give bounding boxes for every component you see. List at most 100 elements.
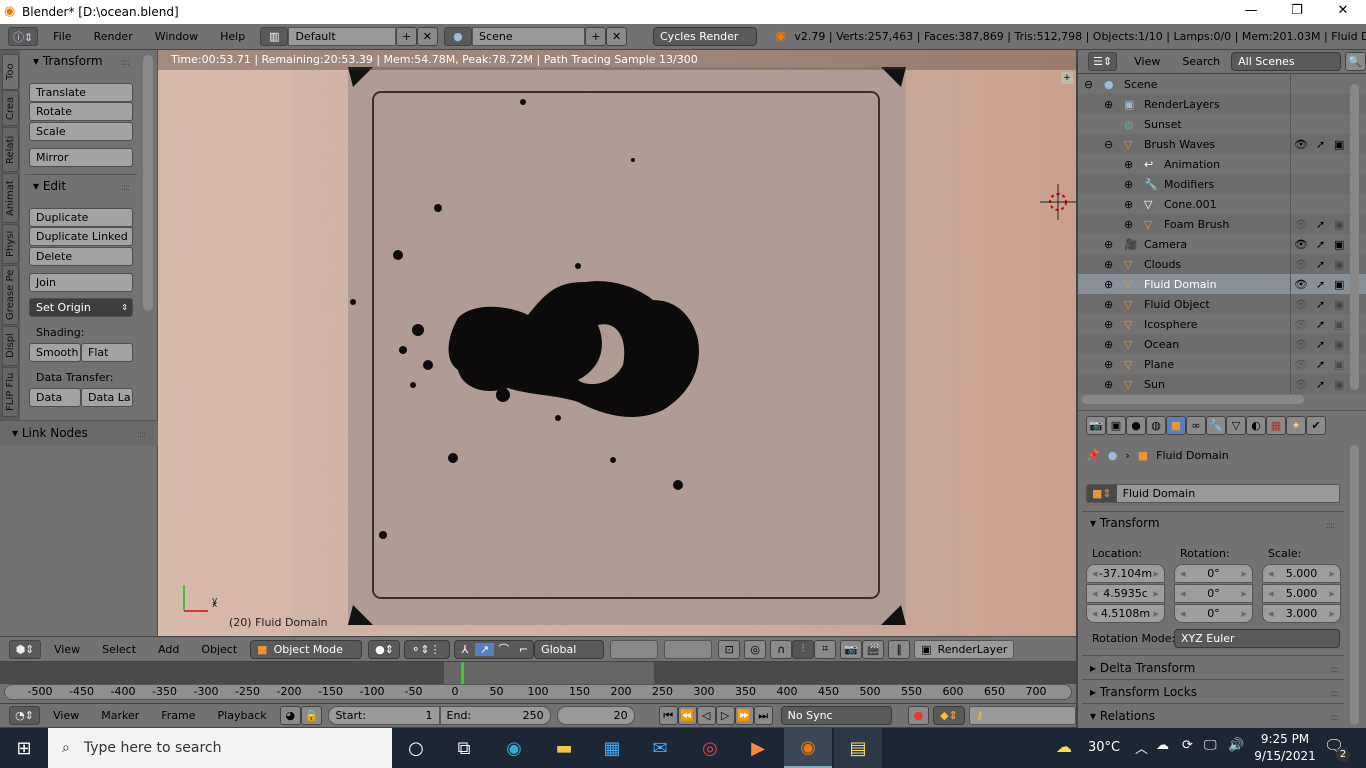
outliner-row[interactable]: ⊕ ▽ Cone.001	[1078, 194, 1366, 214]
outliner-row[interactable]: ⊖ ● Scene	[1078, 74, 1366, 94]
transform-panel-header[interactable]: ▾ Transform	[33, 54, 103, 68]
drag-grip-icon[interactable]: ::::	[1330, 665, 1339, 675]
drag-grip-icon[interactable]: ::::	[1326, 521, 1335, 531]
object-name-field[interactable]: ■⇕ Fluid Domain	[1086, 484, 1340, 503]
proportional-edit-icon[interactable]: ◎	[744, 639, 767, 659]
renderable-camera-icon[interactable]: ▣	[1334, 298, 1344, 311]
outliner-row[interactable]: ⊖ ▽ Brush Waves 👁 ➚ ▣	[1078, 134, 1366, 154]
outliner-row[interactable]: ⊕ ▽ Plane 👁 ➚ ▣	[1078, 354, 1366, 374]
outliner-item-label[interactable]: Sun	[1144, 378, 1165, 391]
data-transfer-button[interactable]: Data	[29, 388, 81, 407]
outliner-item-label[interactable]: Modifiers	[1164, 178, 1214, 191]
duplicate-linked-button[interactable]: Duplicate Linked	[29, 227, 133, 246]
physics-tab-icon[interactable]: ✔	[1306, 416, 1326, 435]
lock-layers-icon[interactable]: ⊡	[718, 639, 741, 659]
tab-relations[interactable]: Relati	[2, 127, 19, 172]
drag-grip-icon[interactable]: ::::	[1330, 713, 1339, 723]
menu-view[interactable]: View	[1123, 55, 1171, 68]
play-icon[interactable]: ▷	[715, 706, 735, 725]
data-layers-button[interactable]: Data La	[81, 388, 133, 407]
outliner-row[interactable]: ⊕ ↩ Animation	[1078, 154, 1366, 174]
display-mode-select[interactable]: All Scenes	[1231, 52, 1341, 71]
jump-start-icon[interactable]: ⏮	[658, 706, 678, 725]
visibility-eye-icon[interactable]: 👁	[1294, 378, 1308, 391]
data-tab-icon[interactable]: ▽	[1226, 416, 1246, 435]
expand-toggle-icon[interactable]: ⊕	[1104, 298, 1113, 311]
selectable-cursor-icon[interactable]: ➚	[1316, 298, 1325, 311]
outliner-item-label[interactable]: Animation	[1164, 158, 1220, 171]
expand-toggle-icon[interactable]: ⊖	[1104, 138, 1113, 151]
menu-marker[interactable]: Marker	[90, 709, 150, 722]
modifiers-tab-icon[interactable]: 🔧	[1206, 416, 1226, 435]
remove-scene-button[interactable]: ✕	[606, 27, 627, 46]
decrement-arrow-icon[interactable]: ◂	[1268, 607, 1274, 620]
search-icon[interactable]: 🔍	[1344, 52, 1366, 71]
scene-tab-icon[interactable]: ●	[1126, 416, 1146, 435]
texture-tab-icon[interactable]: ▦	[1266, 416, 1286, 435]
info-editor-type-button[interactable]: ⓘ⇕	[8, 27, 39, 46]
expand-toggle-icon[interactable]: ⊕	[1104, 278, 1113, 291]
snap-magnet-icon[interactable]: ∩	[770, 639, 793, 659]
outliner-row[interactable]: ⊕ 🎥 Camera 👁 ➚ ▣	[1078, 234, 1366, 254]
tab-grease-pencil[interactable]: Grease Pe	[2, 265, 19, 325]
decrement-arrow-icon[interactable]: ◂	[1268, 587, 1274, 600]
tab-animation[interactable]: Animat	[2, 173, 19, 223]
play-reverse-icon[interactable]: ◁	[696, 706, 716, 725]
pause-render-icon[interactable]: ∥	[888, 639, 911, 659]
tab-flip-fluids[interactable]: FLIP Flu	[2, 367, 19, 417]
outliner-row[interactable]: ⊕ ▽ Foam Brush 👁 ➚ ▣	[1078, 214, 1366, 234]
outliner-item-label[interactable]: Camera	[1144, 238, 1187, 251]
renderable-camera-icon[interactable]: ▣	[1334, 238, 1344, 251]
edge-icon[interactable]: ◉	[490, 728, 538, 768]
record-keyframe-icon[interactable]: ●	[907, 706, 930, 725]
pivot-snap-select[interactable]: ⚬⇕⋮	[404, 639, 451, 659]
outliner-row[interactable]: ⊕ ▽ Fluid Domain 👁 ➚ ▣	[1078, 274, 1366, 294]
drag-grip-icon[interactable]: ::::	[121, 183, 130, 193]
tab-tools[interactable]: Too	[2, 54, 19, 90]
expand-toggle-icon[interactable]: ⊕	[1104, 318, 1113, 331]
rotate-manipulator-icon[interactable]: ⌒	[494, 641, 514, 657]
editor-type-button[interactable]: ⬢⇕	[9, 639, 41, 659]
menu-render[interactable]: Render	[83, 30, 144, 43]
visibility-eye-icon[interactable]: 👁	[1294, 238, 1308, 251]
properties-scrollbar[interactable]	[1350, 445, 1359, 725]
render-layers-tab-icon[interactable]: ▣	[1106, 416, 1126, 435]
outliner-item-label[interactable]: Fluid Object	[1144, 298, 1210, 311]
duplicate-button[interactable]: Duplicate	[29, 208, 133, 227]
opengl-anim-icon[interactable]: 🎬	[862, 639, 885, 659]
network-icon[interactable]: 🖵	[1204, 738, 1217, 753]
selectable-cursor-icon[interactable]: ➚	[1316, 238, 1325, 251]
viewport-shading-select[interactable]: ●⇕	[368, 639, 401, 659]
tab-create[interactable]: Crea	[2, 90, 19, 126]
translate-button[interactable]: Translate	[29, 83, 133, 102]
renderable-camera-icon[interactable]: ▣	[1334, 378, 1344, 391]
decrement-arrow-icon[interactable]: ◂	[1180, 607, 1186, 620]
increment-arrow-icon[interactable]: ▸	[1153, 607, 1159, 620]
snap-element-icon[interactable]: ⫶	[792, 639, 815, 659]
renderable-camera-icon[interactable]: ▣	[1334, 338, 1344, 351]
outliner-row[interactable]: ◍ Sunset	[1078, 114, 1366, 134]
visibility-eye-icon[interactable]: 👁	[1294, 318, 1308, 331]
decrement-arrow-icon[interactable]: ◂	[1092, 567, 1098, 580]
set-origin-select[interactable]: Set Origin ⇕	[29, 298, 133, 317]
add-region-button[interactable]: +	[1061, 72, 1073, 84]
outliner-item-label[interactable]: Plane	[1144, 358, 1174, 371]
add-scene-button[interactable]: +	[585, 27, 607, 46]
outliner-item-label[interactable]: Scene	[1124, 78, 1158, 91]
selectable-cursor-icon[interactable]: ➚	[1316, 378, 1325, 391]
menu-search[interactable]: Search	[1171, 55, 1231, 68]
maximize-button[interactable]: ❐	[1274, 0, 1320, 24]
tab-physics[interactable]: Physi	[2, 224, 19, 264]
increment-arrow-icon[interactable]: ▸	[1329, 567, 1335, 580]
outliner-item-label[interactable]: Foam Brush	[1164, 218, 1229, 231]
expand-toggle-icon[interactable]: ⊕	[1104, 338, 1113, 351]
expand-toggle-icon[interactable]: ⊕	[1124, 178, 1133, 191]
selectable-cursor-icon[interactable]: ➚	[1316, 338, 1325, 351]
outliner-row[interactable]: ⊕ ▽ Sun 👁 ➚ ▣	[1078, 374, 1366, 394]
scene-field[interactable]: Scene	[472, 27, 586, 46]
outliner-row[interactable]: ⊕ 🔧 Modifiers	[1078, 174, 1366, 194]
layer-buttons[interactable]	[610, 639, 659, 659]
expand-toggle-icon[interactable]: ⊕	[1124, 218, 1133, 231]
material-tab-icon[interactable]: ◐	[1246, 416, 1266, 435]
renderable-camera-icon[interactable]: ▣	[1334, 358, 1344, 371]
